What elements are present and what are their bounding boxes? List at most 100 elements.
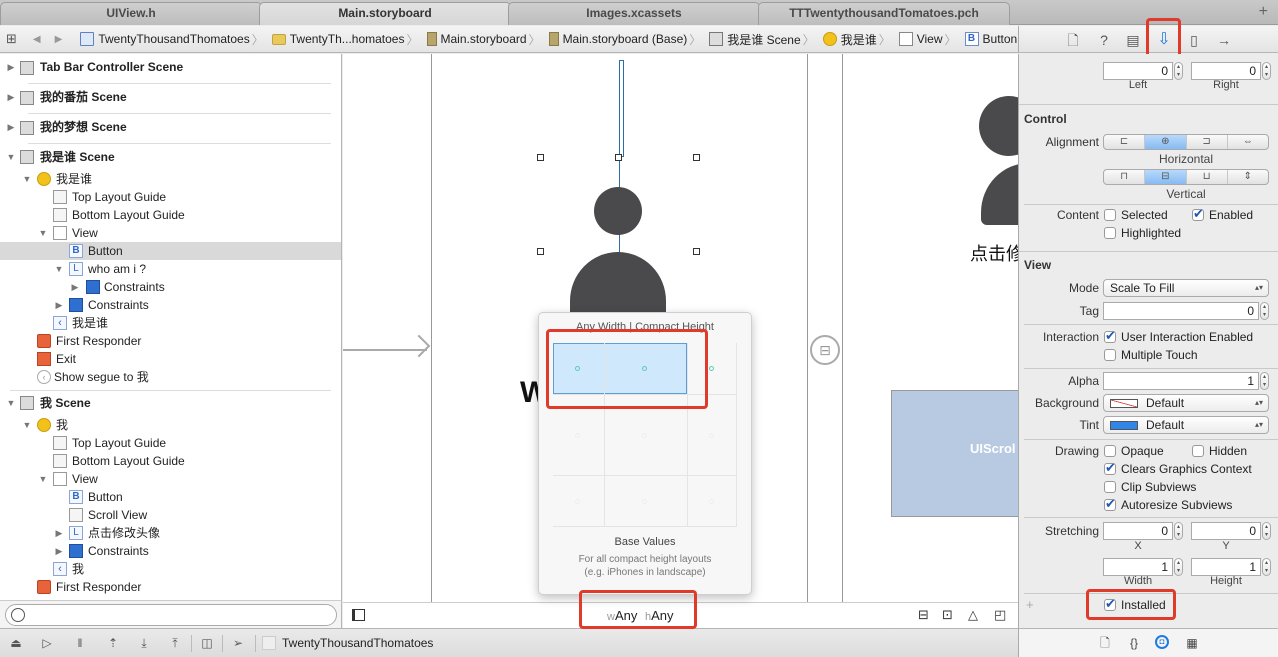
stretch-x-stepper[interactable]: ▴ ▾ <box>1174 522 1183 540</box>
outline-item-nav-item[interactable]: ‹ 我是谁 <box>0 314 341 332</box>
code-snippet-library-icon[interactable]: {} <box>1126 635 1142 651</box>
horizontal-alignment-control[interactable]: ⊏ ⊕ ⊐ ⇔ <box>1103 134 1269 150</box>
disclosure-triangle-icon[interactable]: ▼ <box>6 394 16 412</box>
background-color-popup[interactable]: Default ▴▾ <box>1103 394 1269 412</box>
disclosure-triangle-icon[interactable]: ▶ <box>6 84 16 110</box>
outline-item-button-selected[interactable]: B Button <box>0 242 341 260</box>
outline-item-top-guide-2[interactable]: Top Layout Guide <box>0 434 341 452</box>
jump-item-scene[interactable]: 我是谁 Scene <box>703 31 801 48</box>
outline-item-bottom-guide[interactable]: Bottom Layout Guide <box>0 206 341 224</box>
resize-handle[interactable] <box>693 248 700 255</box>
selected-checkbox[interactable] <box>1104 209 1116 221</box>
tint-color-popup[interactable]: Default ▴▾ <box>1103 416 1269 434</box>
media-library-icon[interactable]: ▦ <box>1184 635 1200 651</box>
outline-item-first-responder[interactable]: First Responder <box>0 332 341 350</box>
align-middle-segment[interactable]: ⊟ <box>1145 170 1187 184</box>
step-over-icon[interactable]: ⇡ <box>104 635 122 651</box>
jump-item-project[interactable]: TwentyThousandThomatoes <box>74 32 250 46</box>
add-size-class-variation-button[interactable]: + <box>1026 597 1034 612</box>
outline-filter-input[interactable] <box>5 604 337 626</box>
tab-images-xcassets[interactable]: Images.xcassets <box>508 2 760 25</box>
connections-inspector-icon[interactable]: → <box>1214 30 1234 50</box>
outline-scene-tab-bar[interactable]: ▶ Tab Bar Controller Scene <box>0 54 341 84</box>
jump-item-folder[interactable]: TwentyTh...homatoes <box>266 32 404 46</box>
enabled-checkbox[interactable] <box>1192 206 1204 222</box>
disclosure-triangle-icon[interactable]: ▶ <box>54 296 64 314</box>
edge-right-stepper[interactable]: ▴ ▾ <box>1262 62 1271 80</box>
outline-item-exit[interactable]: Exit <box>0 350 341 368</box>
clip-subviews-checkbox[interactable] <box>1104 481 1116 493</box>
scroll-view-placeholder[interactable]: UIScrol <box>891 390 1018 517</box>
outline-scene-me[interactable]: ▼ 我 Scene <box>0 394 341 412</box>
opaque-checkbox[interactable] <box>1104 445 1116 457</box>
file-template-library-icon[interactable]: 🗋 <box>1097 635 1113 651</box>
resize-handle[interactable] <box>615 154 622 161</box>
disclosure-triangle-icon[interactable]: ▼ <box>54 260 64 278</box>
outline-item-nav-item-2[interactable]: ‹ 我 <box>0 560 341 578</box>
stretch-y-stepper[interactable]: ▴ ▾ <box>1262 522 1271 540</box>
size-inspector-icon[interactable]: ▯ <box>1184 30 1204 50</box>
align-icon[interactable]: ⊟ <box>918 607 929 623</box>
align-fill-vertical-segment[interactable]: ⇕ <box>1228 170 1268 184</box>
align-fill-segment[interactable]: ⇔ <box>1228 135 1268 149</box>
stretch-height-stepper[interactable]: ▴ ▾ <box>1262 558 1271 576</box>
outline-item-label-2[interactable]: ▶ L 点击修改头像 <box>0 524 341 542</box>
related-items-icon[interactable]: ⊞ <box>6 31 17 47</box>
toggle-outline-icon[interactable] <box>352 609 365 621</box>
outline-item-view[interactable]: ▼ View <box>0 224 341 242</box>
align-left-segment[interactable]: ⊏ <box>1104 135 1146 149</box>
file-inspector-icon[interactable]: 🗋 <box>1063 30 1083 50</box>
resolve-issues-icon[interactable]: △ <box>968 607 978 623</box>
disclosure-triangle-icon[interactable]: ▼ <box>22 416 32 434</box>
outline-item-label[interactable]: ▼ L who am i ? <box>0 260 341 278</box>
outline-item-vc[interactable]: ▼ 我是谁 <box>0 170 341 188</box>
tab-pch[interactable]: TTTwentythousandTomatoes.pch <box>758 2 1010 25</box>
breakpoints-toggle-icon[interactable]: ▷ <box>38 635 56 651</box>
multiple-touch-checkbox[interactable] <box>1104 349 1116 361</box>
resize-handle[interactable] <box>537 248 544 255</box>
stretch-width-stepper[interactable]: ▴ ▾ <box>1174 558 1183 576</box>
tag-field[interactable]: 0 <box>1103 302 1259 320</box>
step-into-icon[interactable]: ⤓ <box>135 635 153 651</box>
stretch-height-field[interactable]: 1 <box>1191 558 1261 576</box>
edge-right-field[interactable]: 0 <box>1191 62 1261 80</box>
outline-item-view-2[interactable]: ▼ View <box>0 470 341 488</box>
pin-icon[interactable]: ⊡ <box>942 607 953 623</box>
step-out-icon[interactable]: ⤒ <box>166 635 184 651</box>
align-center-segment[interactable]: ⊕ <box>1145 135 1187 149</box>
disclosure-triangle-icon[interactable]: ▼ <box>38 470 48 488</box>
back-arrow-icon[interactable]: ◀ <box>33 34 41 45</box>
outline-scene-dream[interactable]: ▶ 我的梦想 Scene <box>0 114 341 144</box>
highlighted-checkbox[interactable] <box>1104 227 1116 239</box>
outline-item-segue[interactable]: ‹ Show segue to 我 <box>0 368 341 386</box>
user-interaction-checkbox[interactable] <box>1104 328 1116 344</box>
disclosure-triangle-icon[interactable]: ▼ <box>38 224 48 242</box>
jump-item-storyboard[interactable]: Main.storyboard <box>421 32 527 46</box>
align-top-segment[interactable]: ⊓ <box>1104 170 1146 184</box>
scene-entry-marker-icon[interactable]: ⊟ <box>810 335 840 365</box>
add-tab-button[interactable]: + <box>1259 3 1268 21</box>
identity-inspector-icon[interactable]: ▤ <box>1123 30 1143 50</box>
outline-item-vc-2[interactable]: ▼ 我 <box>0 416 341 434</box>
alpha-stepper[interactable]: ▴ ▾ <box>1260 372 1269 390</box>
disclosure-triangle-icon[interactable]: ▶ <box>54 542 64 560</box>
autoresize-subviews-checkbox[interactable] <box>1104 496 1116 512</box>
jump-item-button[interactable]: B Button <box>959 32 1017 46</box>
hide-debug-area-icon[interactable]: ⏏ <box>7 635 25 651</box>
scene-frame-me[interactable]: 点击修 UIScrol <box>842 54 1018 602</box>
outline-item-constraints[interactable]: ▶ Constraints <box>0 296 341 314</box>
jump-item-view-controller[interactable]: 我是谁 <box>817 31 877 48</box>
pause-icon[interactable]: ‖ <box>71 635 89 651</box>
disclosure-triangle-icon[interactable]: ▼ <box>22 170 32 188</box>
outline-item-scroll-view[interactable]: Scroll View <box>0 506 341 524</box>
edge-left-stepper[interactable]: ▴ ▾ <box>1174 62 1183 80</box>
resize-handle[interactable] <box>693 154 700 161</box>
stretch-y-field[interactable]: 0 <box>1191 522 1261 540</box>
outline-item-constraints-2[interactable]: ▶ Constraints <box>0 542 341 560</box>
alpha-field[interactable]: 1 <box>1103 372 1259 390</box>
jump-item-storyboard-base[interactable]: Main.storyboard (Base) <box>543 32 687 46</box>
stretch-x-field[interactable]: 0 <box>1103 522 1173 540</box>
edge-left-field[interactable]: 0 <box>1103 62 1173 80</box>
stretch-width-field[interactable]: 1 <box>1103 558 1173 576</box>
simulate-location-icon[interactable]: ➢ <box>229 635 247 651</box>
